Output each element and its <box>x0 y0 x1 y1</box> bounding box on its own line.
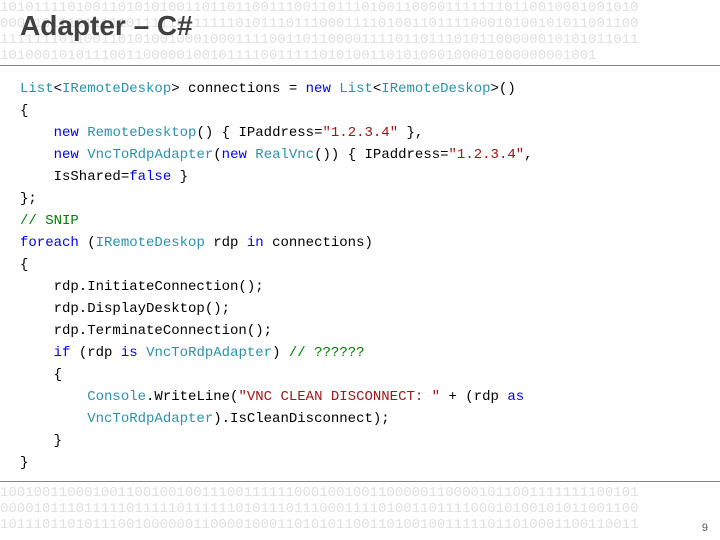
code-token: ( <box>79 235 96 251</box>
code-line: IsShared=false } <box>20 166 710 188</box>
code-token: foreach <box>20 235 79 251</box>
divider-top <box>0 65 720 66</box>
code-line: foreach (IRemoteDeskop rdp in connection… <box>20 232 710 254</box>
code-token: // SNIP <box>20 213 79 229</box>
code-token: }; <box>20 191 37 207</box>
code-token <box>138 345 146 361</box>
code-token: if <box>54 345 71 361</box>
code-line: rdp.TerminateConnection(); <box>20 320 710 342</box>
code-token <box>79 125 87 141</box>
code-token: } <box>171 169 188 185</box>
code-line: }; <box>20 188 710 210</box>
code-token: IsShared= <box>20 169 129 185</box>
code-token: in <box>247 235 264 251</box>
code-line: } <box>20 452 710 474</box>
code-token: () { IPaddress= <box>196 125 322 141</box>
code-token: VncToRdpAdapter <box>87 147 213 163</box>
code-line: Console.WriteLine("VNC CLEAN DISCONNECT:… <box>20 386 710 408</box>
code-token: new <box>54 147 79 163</box>
code-line: rdp.DisplayDesktop(); <box>20 298 710 320</box>
code-token: > connections = <box>171 81 305 97</box>
code-token: rdp.InitiateConnection(); <box>20 279 264 295</box>
code-line: rdp.InitiateConnection(); <box>20 276 710 298</box>
code-token: IRemoteDeskop <box>96 235 205 251</box>
code-token: new <box>54 125 79 141</box>
slide-title: Adapter – C# <box>20 10 193 42</box>
code-token: // ?????? <box>289 345 365 361</box>
code-token: new <box>222 147 247 163</box>
code-token: IRemoteDeskop <box>381 81 490 97</box>
code-token: , <box>524 147 532 163</box>
code-token: IRemoteDeskop <box>62 81 171 97</box>
code-token: }, <box>398 125 423 141</box>
code-token: ()) { IPaddress= <box>314 147 448 163</box>
divider-bottom <box>0 481 720 482</box>
code-token: VncToRdpAdapter <box>87 411 213 427</box>
code-line: new RemoteDesktop() { IPaddress="1.2.3.4… <box>20 122 710 144</box>
code-token: RemoteDesktop <box>87 125 196 141</box>
code-token: { <box>20 103 28 119</box>
code-token: as <box>507 389 524 405</box>
background-binary-bottom: 1001001100010011001001001110011111100010… <box>0 485 720 540</box>
code-token: connections) <box>264 235 373 251</box>
code-token: ) <box>272 345 289 361</box>
slide-number: 9 <box>702 522 708 534</box>
code-token: List <box>20 81 54 97</box>
code-token <box>79 147 87 163</box>
code-token: } <box>20 433 62 449</box>
code-token <box>20 411 87 427</box>
code-token: } <box>20 455 28 471</box>
code-token: new <box>306 81 331 97</box>
code-token: Console <box>87 389 146 405</box>
code-line: { <box>20 364 710 386</box>
code-token: RealVnc <box>255 147 314 163</box>
code-line: // SNIP <box>20 210 710 232</box>
code-line: VncToRdpAdapter).IsCleanDisconnect); <box>20 408 710 430</box>
code-token: ( <box>213 147 221 163</box>
code-token: rdp <box>205 235 247 251</box>
code-token <box>20 125 54 141</box>
code-line: { <box>20 254 710 276</box>
code-token: is <box>121 345 138 361</box>
code-token <box>20 345 54 361</box>
code-token: "1.2.3.4" <box>449 147 525 163</box>
code-token: "VNC CLEAN DISCONNECT: " <box>238 389 440 405</box>
code-token: { <box>20 367 62 383</box>
code-line: if (rdp is VncToRdpAdapter) // ?????? <box>20 342 710 364</box>
code-token: .WriteLine( <box>146 389 238 405</box>
code-token: { <box>20 257 28 273</box>
code-token: "1.2.3.4" <box>322 125 398 141</box>
code-line: List<IRemoteDeskop> connections = new Li… <box>20 78 710 100</box>
code-token: >() <box>491 81 516 97</box>
code-token: rdp.DisplayDesktop(); <box>20 301 230 317</box>
code-line: new VncToRdpAdapter(new RealVnc()) { IPa… <box>20 144 710 166</box>
code-token: VncToRdpAdapter <box>146 345 272 361</box>
code-token <box>20 389 87 405</box>
code-token: ).IsCleanDisconnect); <box>213 411 389 427</box>
code-token: + (rdp <box>440 389 507 405</box>
code-token: < <box>54 81 62 97</box>
code-token <box>20 147 54 163</box>
code-line: { <box>20 100 710 122</box>
code-token: List <box>339 81 373 97</box>
code-token: rdp.TerminateConnection(); <box>20 323 272 339</box>
code-line: } <box>20 430 710 452</box>
code-token: (rdp <box>70 345 120 361</box>
code-block: List<IRemoteDeskop> connections = new Li… <box>20 78 710 474</box>
code-token: false <box>129 169 171 185</box>
